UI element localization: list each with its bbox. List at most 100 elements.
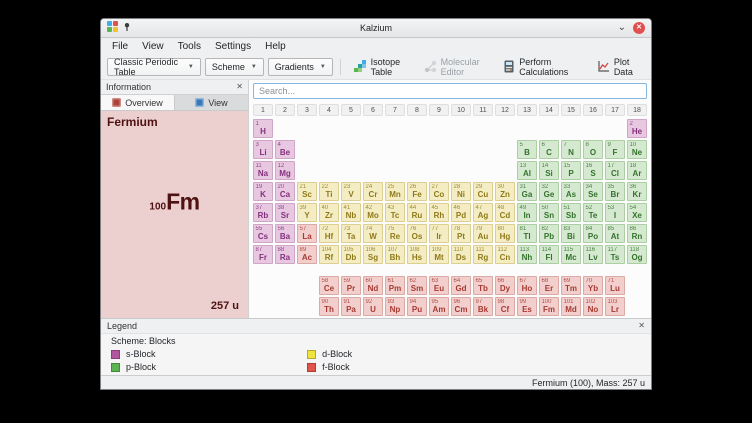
element-no[interactable]: 102No bbox=[583, 297, 603, 316]
element-ni[interactable]: 28Ni bbox=[451, 182, 471, 201]
element-ge[interactable]: 32Ge bbox=[539, 182, 559, 201]
element-b[interactable]: 5B bbox=[517, 140, 537, 159]
element-al[interactable]: 13Al bbox=[517, 161, 537, 180]
element-bk[interactable]: 97Bk bbox=[473, 297, 493, 316]
element-f[interactable]: 9F bbox=[605, 140, 625, 159]
element-v[interactable]: 23V bbox=[341, 182, 361, 201]
element-ho[interactable]: 67Ho bbox=[517, 276, 537, 295]
element-bh[interactable]: 107Bh bbox=[385, 245, 405, 264]
element-fe[interactable]: 26Fe bbox=[407, 182, 427, 201]
element-na[interactable]: 11Na bbox=[253, 161, 273, 180]
element-he[interactable]: 2He bbox=[627, 119, 647, 138]
element-rn[interactable]: 86Rn bbox=[627, 224, 647, 243]
element-co[interactable]: 27Co bbox=[429, 182, 449, 201]
element-s[interactable]: 16S bbox=[583, 161, 603, 180]
element-pm[interactable]: 61Pm bbox=[385, 276, 405, 295]
element-cl[interactable]: 17Cl bbox=[605, 161, 625, 180]
element-db[interactable]: 105Db bbox=[341, 245, 361, 264]
element-gd[interactable]: 64Gd bbox=[451, 276, 471, 295]
perform-calculations-button[interactable]: Perform Calculations bbox=[498, 55, 588, 79]
element-ba[interactable]: 56Ba bbox=[275, 224, 295, 243]
element-mn[interactable]: 25Mn bbox=[385, 182, 405, 201]
element-pb[interactable]: 82Pb bbox=[539, 224, 559, 243]
menu-item-settings[interactable]: Settings bbox=[208, 39, 258, 54]
menu-item-view[interactable]: View bbox=[135, 39, 171, 54]
element-br[interactable]: 35Br bbox=[605, 182, 625, 201]
legend-close-icon[interactable]: ✕ bbox=[638, 322, 645, 330]
element-fm[interactable]: 100Fm bbox=[539, 297, 559, 316]
element-lv[interactable]: 116Lv bbox=[583, 245, 603, 264]
element-y[interactable]: 39Y bbox=[297, 203, 317, 222]
element-n[interactable]: 7N bbox=[561, 140, 581, 159]
element-fl[interactable]: 114Fl bbox=[539, 245, 559, 264]
element-au[interactable]: 79Au bbox=[473, 224, 493, 243]
element-mg[interactable]: 12Mg bbox=[275, 161, 295, 180]
element-sn[interactable]: 50Sn bbox=[539, 203, 559, 222]
element-tb[interactable]: 65Tb bbox=[473, 276, 493, 295]
element-la[interactable]: 57La bbox=[297, 224, 317, 243]
scheme-selector[interactable]: Scheme ▼ bbox=[205, 58, 264, 76]
pin-icon[interactable] bbox=[122, 19, 132, 37]
element-tl[interactable]: 81Tl bbox=[517, 224, 537, 243]
isotope-table-button[interactable]: Isotope Table bbox=[348, 55, 415, 79]
element-sc[interactable]: 21Sc bbox=[297, 182, 317, 201]
element-te[interactable]: 52Te bbox=[583, 203, 603, 222]
element-si[interactable]: 14Si bbox=[539, 161, 559, 180]
element-u[interactable]: 92U bbox=[363, 297, 383, 316]
element-c[interactable]: 6C bbox=[539, 140, 559, 159]
element-sb[interactable]: 51Sb bbox=[561, 203, 581, 222]
element-dy[interactable]: 66Dy bbox=[495, 276, 515, 295]
element-os[interactable]: 76Os bbox=[407, 224, 427, 243]
element-hs[interactable]: 108Hs bbox=[407, 245, 427, 264]
element-zr[interactable]: 40Zr bbox=[319, 203, 339, 222]
element-rh[interactable]: 45Rh bbox=[429, 203, 449, 222]
search-input[interactable] bbox=[253, 83, 647, 99]
element-as[interactable]: 33As bbox=[561, 182, 581, 201]
element-og[interactable]: 118Og bbox=[627, 245, 647, 264]
menu-item-tools[interactable]: Tools bbox=[171, 39, 208, 54]
element-th[interactable]: 90Th bbox=[319, 297, 339, 316]
element-hg[interactable]: 80Hg bbox=[495, 224, 515, 243]
element-cu[interactable]: 29Cu bbox=[473, 182, 493, 201]
element-w[interactable]: 74W bbox=[363, 224, 383, 243]
element-np[interactable]: 93Np bbox=[385, 297, 405, 316]
element-md[interactable]: 101Md bbox=[561, 297, 581, 316]
gradients-selector[interactable]: Gradients ▼ bbox=[268, 58, 333, 76]
titlebar[interactable]: Kalzium ⌄ ✕ bbox=[101, 19, 651, 38]
close-button[interactable]: ✕ bbox=[633, 22, 645, 34]
element-sg[interactable]: 106Sg bbox=[363, 245, 383, 264]
element-sm[interactable]: 62Sm bbox=[407, 276, 427, 295]
element-tc[interactable]: 43Tc bbox=[385, 203, 405, 222]
element-er[interactable]: 68Er bbox=[539, 276, 559, 295]
menu-item-file[interactable]: File bbox=[105, 39, 135, 54]
element-sr[interactable]: 38Sr bbox=[275, 203, 295, 222]
element-eu[interactable]: 63Eu bbox=[429, 276, 449, 295]
element-ir[interactable]: 77Ir bbox=[429, 224, 449, 243]
element-lr[interactable]: 103Lr bbox=[605, 297, 625, 316]
element-at[interactable]: 85At bbox=[605, 224, 625, 243]
dock-close-icon[interactable]: ✕ bbox=[236, 83, 243, 91]
element-ar[interactable]: 18Ar bbox=[627, 161, 647, 180]
element-be[interactable]: 4Be bbox=[275, 140, 295, 159]
element-ti[interactable]: 22Ti bbox=[319, 182, 339, 201]
element-p[interactable]: 15P bbox=[561, 161, 581, 180]
element-cr[interactable]: 24Cr bbox=[363, 182, 383, 201]
element-ca[interactable]: 20Ca bbox=[275, 182, 295, 201]
element-tm[interactable]: 69Tm bbox=[561, 276, 581, 295]
tab-overview[interactable]: Overview bbox=[101, 95, 175, 110]
element-h[interactable]: 1H bbox=[253, 119, 273, 138]
element-ac[interactable]: 89Ac bbox=[297, 245, 317, 264]
plot-data-button[interactable]: Plot Data bbox=[592, 55, 645, 79]
element-lu[interactable]: 71Lu bbox=[605, 276, 625, 295]
element-cs[interactable]: 55Cs bbox=[253, 224, 273, 243]
element-ag[interactable]: 47Ag bbox=[473, 203, 493, 222]
element-cf[interactable]: 98Cf bbox=[495, 297, 515, 316]
element-xe[interactable]: 54Xe bbox=[627, 203, 647, 222]
element-cd[interactable]: 48Cd bbox=[495, 203, 515, 222]
element-se[interactable]: 34Se bbox=[583, 182, 603, 201]
element-mt[interactable]: 109Mt bbox=[429, 245, 449, 264]
element-mo[interactable]: 42Mo bbox=[363, 203, 383, 222]
element-rg[interactable]: 111Rg bbox=[473, 245, 493, 264]
element-ta[interactable]: 73Ta bbox=[341, 224, 361, 243]
element-in[interactable]: 49In bbox=[517, 203, 537, 222]
